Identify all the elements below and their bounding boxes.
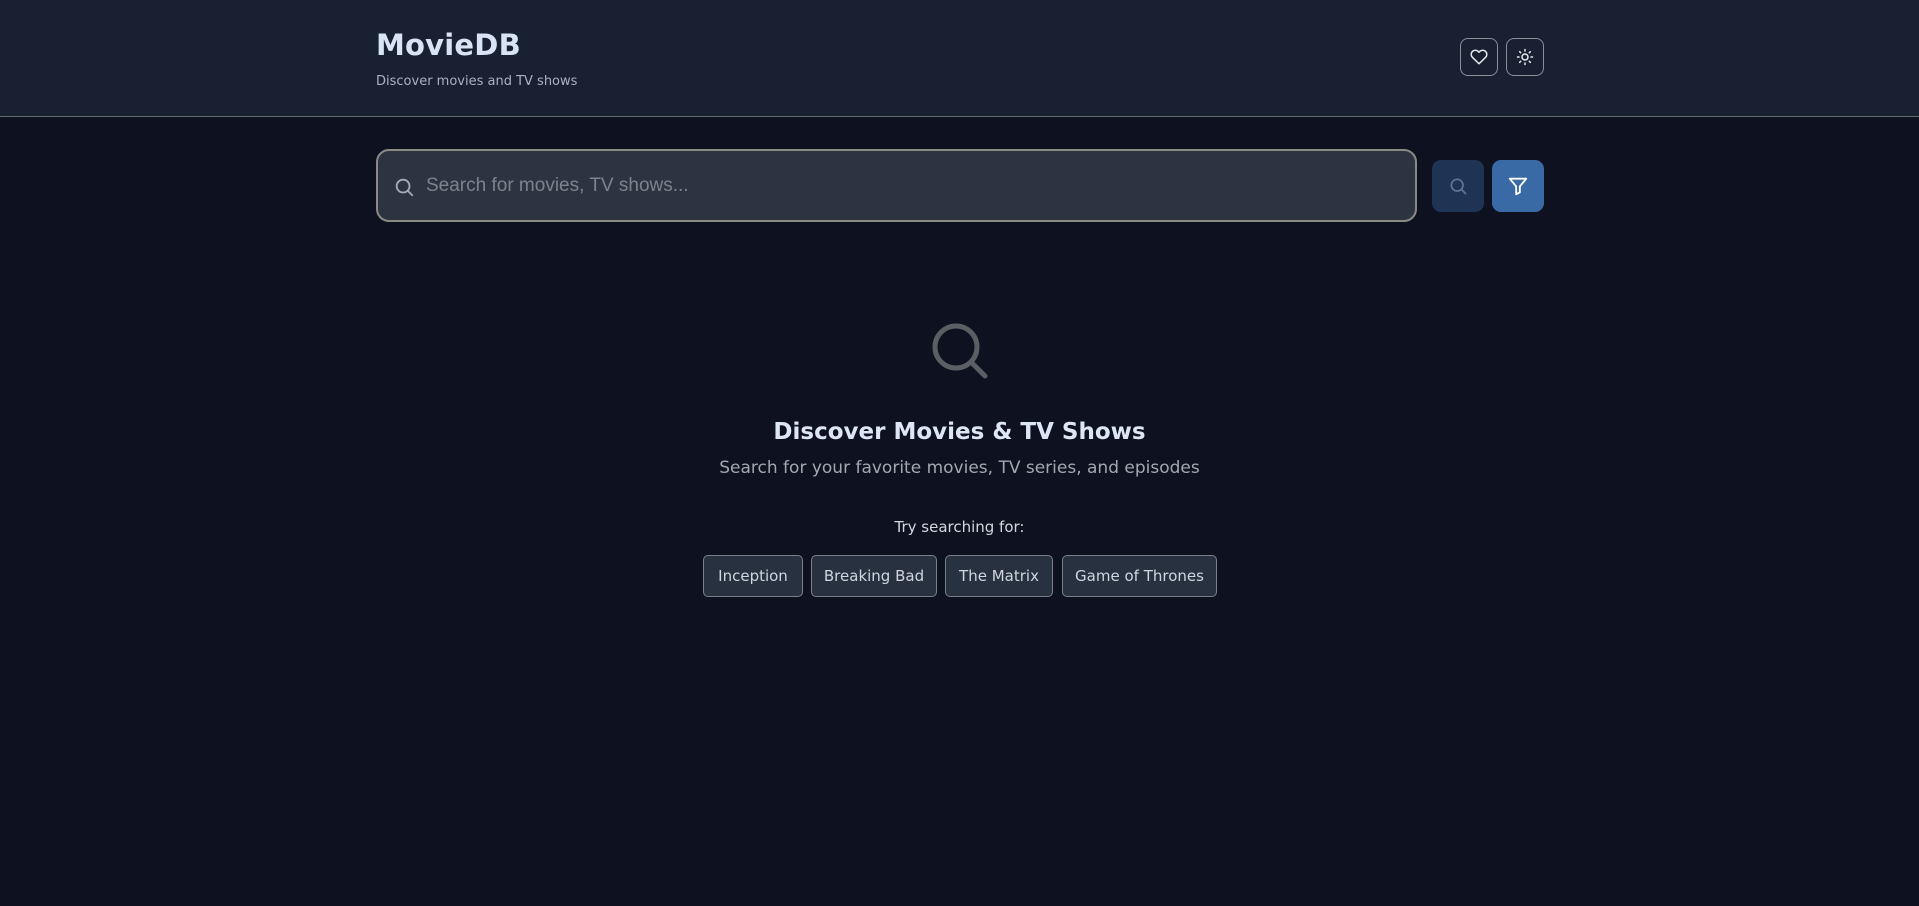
search-bar [376, 149, 1417, 222]
suggestions-label: Try searching for: [894, 518, 1025, 536]
empty-state-title: Discover Movies & TV Shows [773, 419, 1146, 445]
app-header: MovieDB Discover movies and TV shows [0, 0, 1919, 117]
search-input[interactable] [426, 151, 1386, 220]
app-subtitle: Discover movies and TV shows [376, 74, 578, 89]
search-icon [932, 323, 988, 379]
search-icon [395, 178, 414, 197]
filter-button[interactable] [1492, 160, 1544, 212]
sun-icon [1516, 48, 1534, 66]
favorites-button[interactable] [1460, 38, 1498, 76]
search-icon [1450, 178, 1467, 195]
search-button[interactable] [1432, 160, 1484, 212]
heart-icon [1470, 49, 1488, 65]
suggestion-chip-inception[interactable]: Inception [703, 555, 803, 597]
empty-state-subtitle: Search for your favorite movies, TV seri… [719, 458, 1200, 478]
filter-icon [1508, 177, 1528, 196]
suggestion-chip-breaking-bad[interactable]: Breaking Bad [811, 555, 937, 597]
theme-toggle-button[interactable] [1506, 38, 1544, 76]
suggestion-chip-the-matrix[interactable]: The Matrix [945, 555, 1053, 597]
suggestion-chip-game-of-thrones[interactable]: Game of Thrones [1062, 555, 1217, 597]
app-title: MovieDB [376, 28, 521, 62]
